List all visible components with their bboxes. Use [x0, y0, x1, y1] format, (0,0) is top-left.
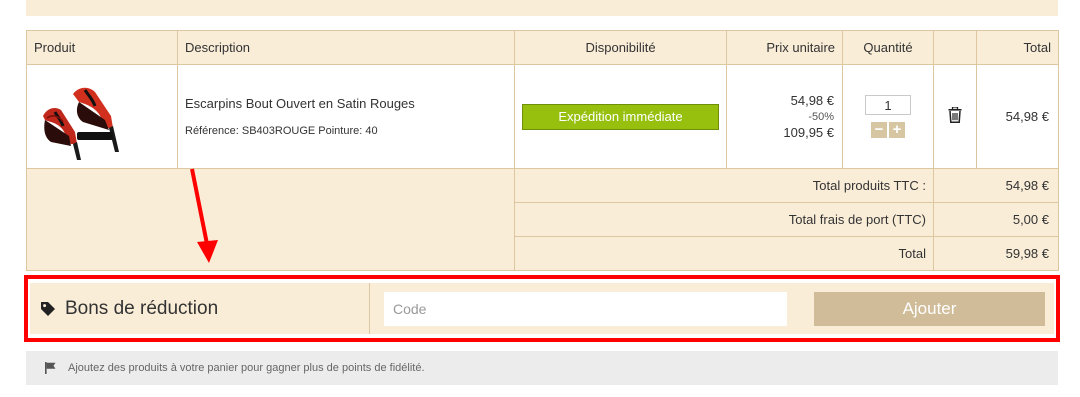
voucher-title: Bons de réduction: [40, 283, 218, 334]
summary-label: Total frais de port (TTC): [514, 202, 934, 237]
cart-item-row: Escarpins Bout Ouvert en Satin Rouges Ré…: [26, 64, 1059, 169]
quantity-decrease-button[interactable]: −: [871, 122, 887, 138]
availability-badge: Expédition immédiate: [522, 103, 719, 130]
summary-label: Total: [514, 236, 934, 271]
voucher-separator: [369, 283, 370, 334]
delete-cell: [933, 64, 977, 169]
product-reference: Référence: SB403ROUGE Pointure: 40: [185, 125, 378, 137]
summary-label: Total produits TTC :: [514, 168, 934, 203]
product-image[interactable]: [33, 72, 129, 162]
quantity-increase-button[interactable]: +: [889, 122, 905, 138]
current-price: 54,98 €: [790, 92, 834, 108]
unit-price-cell: 54,98 € -50% 109,95 €: [726, 64, 843, 169]
add-voucher-button[interactable]: Ajouter: [814, 292, 1045, 326]
availability-cell: Expédition immédiate: [514, 64, 727, 169]
red-arrow-annotation: [190, 168, 218, 263]
product-image-cell: [26, 64, 178, 169]
original-price: 109,95 €: [783, 124, 834, 140]
cart-table: Produit Description Disponibilité Prix u…: [26, 30, 1059, 271]
summary-value: 54,98 €: [933, 168, 1059, 203]
summary-value: 5,00 €: [933, 202, 1059, 237]
discount-percent: -50%: [808, 110, 834, 123]
quantity-input[interactable]: [865, 95, 911, 115]
column-header-quantity: Quantité: [842, 30, 934, 65]
top-banner: [26, 0, 1058, 16]
fidelity-message: Ajoutez des produits à votre panier pour…: [68, 362, 425, 374]
quantity-cell: −+: [842, 64, 934, 169]
column-header-description: Description: [177, 30, 515, 65]
product-description-cell: Escarpins Bout Ouvert en Satin Rouges Ré…: [177, 64, 515, 169]
column-header-product: Produit: [26, 30, 178, 65]
cart-header-row: Produit Description Disponibilité Prix u…: [26, 30, 1059, 65]
voucher-title-text: Bons de réduction: [65, 297, 219, 319]
flag-icon: [45, 362, 56, 374]
column-header-availability: Disponibilité: [514, 30, 727, 65]
tag-icon: [41, 301, 55, 316]
column-header-delete: [933, 30, 977, 65]
product-name[interactable]: Escarpins Bout Ouvert en Satin Rouges: [185, 96, 514, 111]
trash-icon[interactable]: [948, 106, 962, 123]
voucher-code-input[interactable]: [384, 292, 787, 326]
summary-value: 59,98 €: [933, 236, 1059, 271]
voucher-section: Bons de réduction Ajouter: [30, 283, 1054, 334]
item-total: 54,98 €: [976, 64, 1059, 169]
quantity-stepper: − +: [843, 122, 933, 138]
column-header-unit-price: Prix unitaire: [726, 30, 843, 65]
column-header-total: Total: [976, 30, 1059, 65]
summary-blank-area: [26, 168, 515, 271]
fidelity-notice: Ajoutez des produits à votre panier pour…: [26, 351, 1058, 385]
summary-row-products: Total produits TTC : 54,98 €: [26, 168, 1059, 271]
